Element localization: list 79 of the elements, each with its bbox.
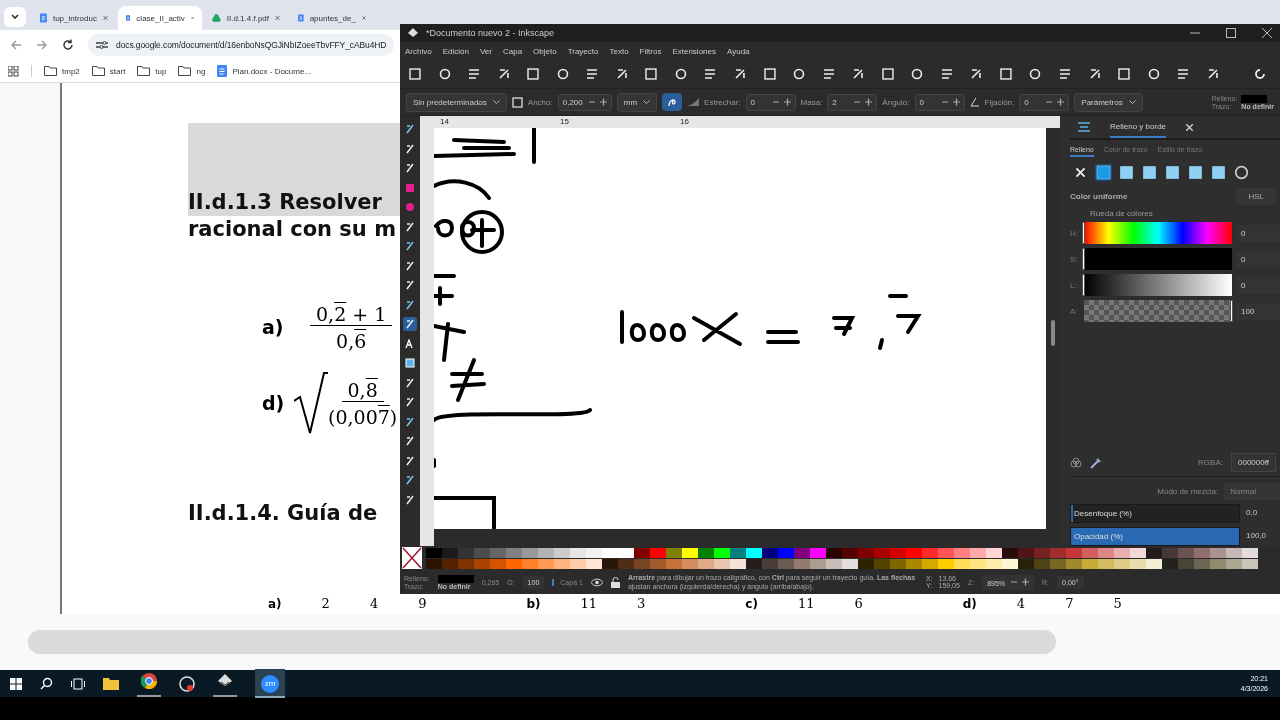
mass-label: Masa:: [800, 97, 823, 107]
fixation-label: Fijación:: [984, 97, 1015, 107]
menu-item[interactable]: Trayecto: [567, 46, 599, 56]
mass-field[interactable]: 2: [827, 93, 878, 111]
bookmark[interactable]: Plan.docx - Docume...: [217, 65, 312, 77]
numerator: 11: [797, 597, 815, 611]
menu-item[interactable]: Capa: [502, 46, 523, 56]
value-field[interactable]: 0: [1236, 276, 1280, 294]
browser-tab[interactable]: apuntes_de_: [290, 6, 374, 30]
slider-track[interactable]: Desenfoque (%): [1070, 504, 1240, 523]
value-field[interactable]: 100,0: [1242, 527, 1280, 546]
blend-mode-dropdown[interactable]: Normal: [1224, 483, 1280, 500]
bookmark[interactable]: start: [91, 66, 126, 76]
menu-item[interactable]: Archivo: [405, 46, 432, 56]
value-field[interactable]: 0: [1236, 224, 1280, 242]
menu-item[interactable]: Texto: [609, 46, 629, 56]
exercise-label: d): [262, 392, 286, 414]
bookmark[interactable]: ng: [178, 66, 206, 76]
numerator: 0,2 + 1: [310, 303, 393, 326]
exercise-label: d): [962, 597, 977, 611]
color-wheel-expander[interactable]: Rueda de colores: [1070, 209, 1280, 218]
blend-mode-label: Modo de mezcla:: [1157, 487, 1219, 496]
numerator: 2: [321, 597, 330, 611]
paint-type-label: Color uniforme: [1070, 192, 1128, 201]
width-field[interactable]: 0,200: [557, 93, 612, 111]
denominator: (0,007): [328, 405, 398, 427]
fixation-field[interactable]: 0: [1019, 93, 1070, 111]
angle-label: Ángulo:: [882, 97, 910, 107]
slider-track[interactable]: Opacidad (%): [1070, 527, 1240, 546]
exercise-label: a): [262, 316, 285, 338]
numerator: 3: [637, 597, 646, 611]
color-mode-dropdown[interactable]: HSL: [1236, 188, 1276, 205]
menu-item[interactable]: Edición: [442, 46, 469, 56]
tab-title: II.d.1.4.f.pdf: [226, 13, 269, 23]
angle-field[interactable]: 0: [914, 93, 965, 111]
slider-label: H:: [1070, 228, 1079, 238]
tab-title: clase_II_activ: [136, 13, 185, 23]
rgba-field[interactable]: 000000ff: [1231, 453, 1276, 472]
preset-dropdown[interactable]: Sin predeterminados: [406, 92, 507, 112]
bookmark[interactable]: tup: [137, 66, 167, 76]
denominator: 0,6: [336, 329, 367, 351]
section-heading: racional con su m: [188, 216, 396, 243]
exercise-label: c): [745, 597, 758, 611]
numerator: 0,8: [341, 379, 384, 402]
parameters-dropdown[interactable]: Parámetros: [1074, 92, 1143, 112]
menu-item[interactable]: Ver: [479, 46, 492, 56]
window-title: *Documento nuevo 2 - Inkscape: [426, 28, 555, 38]
tab-title: apuntes_de_: [309, 13, 356, 23]
numerator: 7: [1065, 597, 1074, 611]
value-field[interactable]: 0,0: [1242, 504, 1280, 523]
address-bar[interactable]: docs.google.com/document/d/16enboNsQGJiNbIZoeeTbvFFY_cABu4HD: [88, 34, 395, 56]
section-heading: II.d.1.4. Guía de: [188, 501, 378, 525]
numerator: 11: [580, 597, 598, 611]
numerator: 9: [418, 597, 427, 611]
numerator: 4: [1016, 597, 1026, 611]
exercise-label: a): [268, 597, 282, 611]
browser-tab[interactable]: tup_introduc: [32, 6, 116, 30]
tab-title: tup_introduc: [52, 13, 97, 23]
numerator: 4: [369, 597, 379, 611]
rgba-label: RGBA:: [1198, 458, 1223, 467]
menu-item[interactable]: Filtros: [639, 46, 662, 56]
numerator: 6: [854, 597, 863, 611]
menu-item[interactable]: Extensiones: [672, 46, 716, 56]
browser-tab[interactable]: clase_II_activ: [118, 6, 202, 30]
numerator: 5: [1113, 597, 1122, 611]
browser-tab[interactable]: II.d.1.4.f.pdf: [204, 6, 288, 30]
value-field[interactable]: 0: [1236, 250, 1280, 268]
unit-dropdown[interactable]: mm: [616, 92, 658, 112]
width-label: Ancho:: [527, 97, 553, 107]
thinning-label: Estrechar:: [704, 97, 741, 107]
thinning-field[interactable]: 0: [745, 93, 796, 111]
ruler: 14 15 16: [420, 116, 1060, 128]
dock-tab[interactable]: Relleno y borde: [1110, 116, 1167, 138]
exercise-label: b): [526, 597, 541, 611]
menu-item[interactable]: Objeto: [533, 46, 557, 56]
value-field[interactable]: 100: [1236, 302, 1280, 320]
bookmark[interactable]: tmp2: [44, 66, 80, 76]
menu-item[interactable]: Ayuda: [727, 46, 750, 56]
slider-label: A:: [1070, 306, 1079, 316]
